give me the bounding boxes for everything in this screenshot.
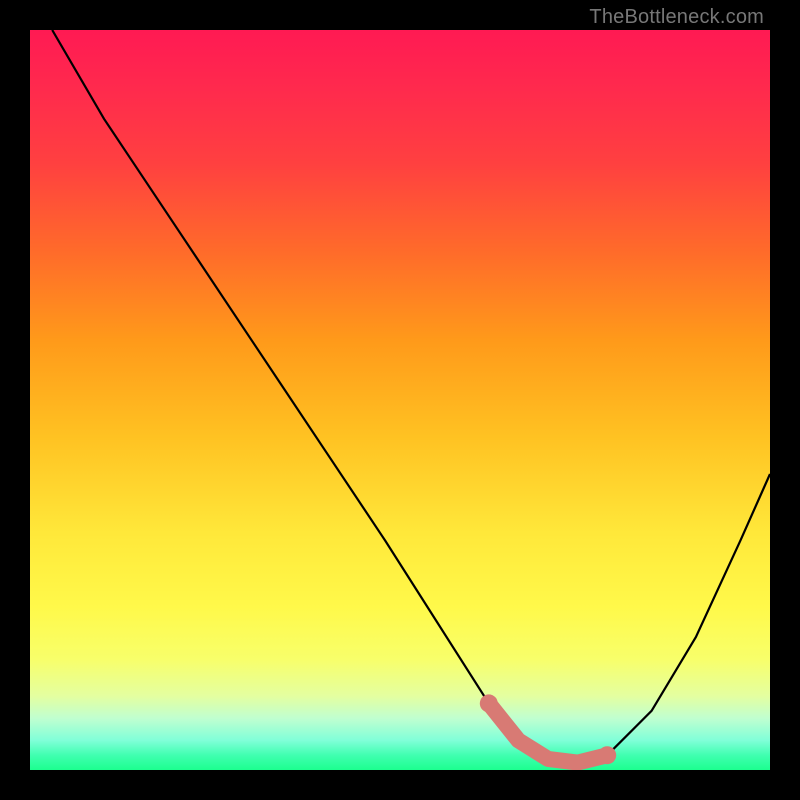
bottom-highlight [480, 694, 616, 764]
chart-overlay [30, 30, 770, 770]
highlight-stroke [489, 703, 607, 762]
highlight-dot [598, 746, 616, 764]
main-curve [52, 30, 770, 763]
highlight-dot [480, 694, 498, 712]
attribution-text: TheBottleneck.com [589, 6, 764, 29]
